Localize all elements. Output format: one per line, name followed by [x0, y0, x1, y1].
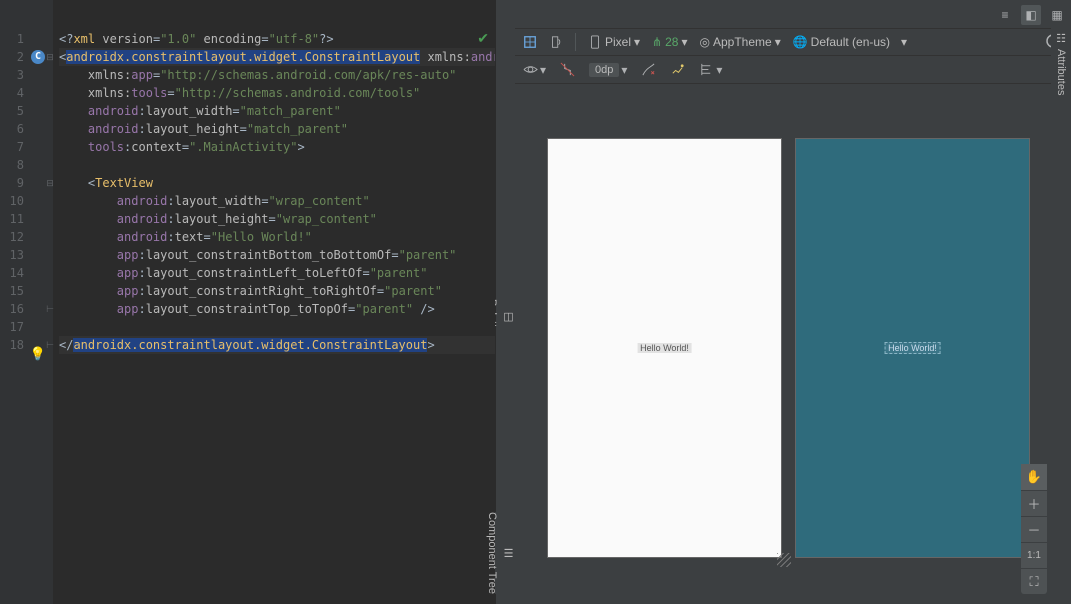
locale-selector[interactable]: 🌐 Default (en-us) ▾: [793, 35, 907, 49]
line-numbers: 123456789101112131415161718: [0, 30, 28, 604]
layout-designer-panel: ≡ ◧ ▦ Pixel ▾ ⋔ 28 ▾ ◎ A: [515, 0, 1071, 604]
view-options-button[interactable]: ▾: [523, 62, 546, 77]
gallery-icon[interactable]: ▦: [1047, 5, 1067, 25]
pan-button[interactable]: ✋: [1021, 464, 1047, 490]
attributes-tab[interactable]: ☷ Attributes: [1051, 28, 1071, 95]
design-config-toolbar: Pixel ▾ ⋔ 28 ▾ ◎ AppTheme ▾ 🌐 Default (e…: [515, 28, 1071, 56]
autoconnect-toggle[interactable]: [560, 62, 575, 77]
orientation-button[interactable]: [549, 35, 563, 49]
chevron-down-icon: ▾: [621, 63, 627, 77]
design-tools-toolbar: ▾ 0dp▾ ▾: [515, 56, 1071, 84]
preview-textview[interactable]: Hello World!: [637, 343, 692, 353]
theme-selector[interactable]: ◎ AppTheme ▾: [700, 35, 781, 49]
attributes-label: Attributes: [1055, 49, 1067, 95]
list-view-icon[interactable]: ≡: [995, 5, 1015, 25]
preview-device-design[interactable]: Hello World!: [547, 138, 782, 558]
zoom-1to1-button[interactable]: 1:1: [1021, 542, 1047, 568]
component-tree-tab[interactable]: ☰ Component Tree: [495, 512, 515, 594]
attributes-icon: ☷: [1055, 32, 1068, 45]
chevron-down-icon: ▾: [716, 63, 722, 77]
zoom-fit-button[interactable]: ⛶: [1021, 568, 1047, 594]
chevron-down-icon: ▾: [540, 63, 546, 77]
gutter-class-icon[interactable]: C: [31, 50, 45, 64]
clear-constraints-button[interactable]: [641, 62, 656, 77]
resize-grip[interactable]: [777, 553, 791, 567]
design-mode-button[interactable]: [523, 35, 537, 49]
zoom-out-button[interactable]: －: [1021, 516, 1047, 542]
guidelines-button[interactable]: ▾: [699, 62, 722, 77]
design-canvas[interactable]: Hello World! Hello World! ✋ ＋ － 1:1 ⛶: [515, 84, 1071, 604]
chevron-down-icon: ▾: [681, 35, 687, 49]
palette-icon: ◫: [502, 310, 515, 323]
chevron-down-icon: ▾: [634, 35, 640, 49]
view-mode-switcher: ≡ ◧ ▦: [995, 5, 1067, 25]
api-selector[interactable]: ⋔ 28 ▾: [652, 35, 687, 49]
zoom-controls: ✋ ＋ － 1:1 ⛶: [1021, 464, 1047, 594]
split-view-icon[interactable]: ◧: [1021, 5, 1041, 25]
chevron-down-icon: ▾: [775, 35, 781, 49]
intention-bulb-icon[interactable]: 💡: [31, 348, 45, 362]
preview-device-blueprint[interactable]: Hello World!: [795, 138, 1030, 558]
infer-constraints-button[interactable]: [670, 62, 685, 77]
device-selector[interactable]: Pixel ▾: [588, 35, 640, 49]
preview-textview-blueprint[interactable]: Hello World!: [884, 342, 941, 354]
inspection-ok-icon[interactable]: ✔: [477, 30, 489, 47]
component-tree-label: Component Tree: [486, 512, 498, 594]
code-text-area[interactable]: <?xml version="1.0" encoding="utf-8"?><a…: [53, 0, 495, 604]
android-icon: ⋔: [652, 35, 662, 49]
default-margin-selector[interactable]: 0dp▾: [589, 63, 627, 77]
code-editor-panel: 123456789101112131415161718 C 💡 ⊟ ⊟ ⊢ ⊢ …: [0, 0, 495, 604]
chevron-down-icon: ▾: [901, 35, 907, 49]
tree-icon: ☰: [502, 547, 515, 560]
theme-icon: ◎: [700, 35, 710, 49]
globe-icon: 🌐: [793, 35, 808, 49]
zoom-in-button[interactable]: ＋: [1021, 490, 1047, 516]
